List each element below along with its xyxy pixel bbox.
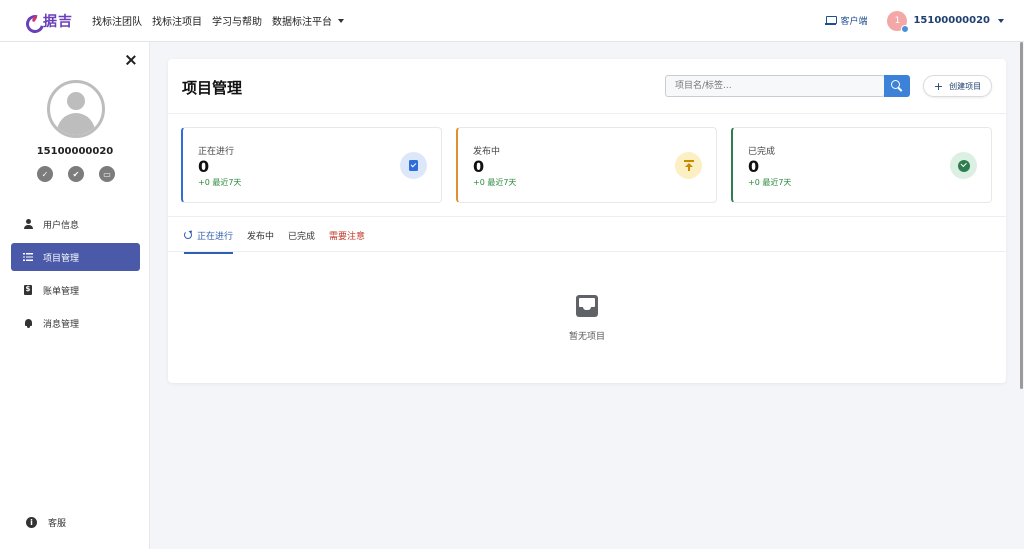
- person-icon: [23, 219, 33, 229]
- avatar-initial: 1: [894, 15, 901, 26]
- check-badge-icon: ✓: [37, 166, 53, 182]
- status-dot-icon: [901, 24, 910, 33]
- plus-icon: +: [933, 79, 944, 93]
- tab-needs-attention[interactable]: 需要注意: [329, 217, 365, 253]
- tab-in-progress[interactable]: 正在进行: [184, 217, 234, 254]
- tab-completed[interactable]: 已完成: [288, 217, 315, 253]
- sidebar-item-label: 消息管理: [43, 319, 80, 330]
- search-icon: [891, 80, 903, 92]
- nav-platform-label: 数据标注平台: [272, 17, 332, 28]
- sidebar-item-billing[interactable]: 账单管理: [11, 276, 140, 304]
- close-icon[interactable]: [125, 54, 137, 66]
- nav-learn-help[interactable]: 学习与帮助: [212, 13, 262, 28]
- stat-card-in-progress[interactable]: 正在进行 0 +0 最近7天: [181, 127, 442, 203]
- verification-badges: ✓ ✔ ▭: [37, 166, 115, 182]
- customer-service-link[interactable]: i 客服: [26, 516, 66, 529]
- card-header: 项目管理 + 创建项目: [168, 59, 1006, 114]
- nav-find-project[interactable]: 找标注项目: [152, 13, 202, 28]
- empty-state-text: 暂无项目: [568, 332, 605, 342]
- search-input[interactable]: [665, 75, 885, 97]
- nav-find-team[interactable]: 找标注团队: [92, 13, 142, 28]
- sidebar-item-project-management[interactable]: 项目管理: [11, 243, 140, 271]
- top-username: 15100000020: [913, 15, 990, 26]
- sidebar-item-label: 用户信息: [43, 220, 80, 231]
- page-scrollbar[interactable]: [1020, 42, 1023, 389]
- sidebar: 15100000020 ✓ ✔ ▭ 用户信息 项目管理 账单管理 消息管理 i …: [0, 42, 150, 549]
- stat-label: 正在进行: [198, 147, 235, 157]
- sidebar-username: 15100000020: [36, 146, 114, 157]
- card-badge-icon: ▭: [99, 166, 115, 182]
- info-icon: i: [26, 517, 37, 528]
- top-right: 客户端 1 15100000020: [825, 10, 1004, 33]
- inbox-icon: [576, 295, 598, 317]
- upload-icon: [683, 160, 694, 171]
- stat-icon-wrap: [675, 152, 702, 179]
- tab-publishing[interactable]: 发布中: [247, 217, 274, 253]
- sidebar-item-user-info[interactable]: 用户信息: [11, 210, 140, 238]
- stat-icon-wrap: [400, 152, 427, 179]
- verified-badge-icon: ✔: [68, 166, 84, 182]
- chevron-down-icon: [338, 18, 344, 23]
- avatar-body-icon: [57, 113, 95, 135]
- stat-value: 0: [198, 157, 210, 176]
- client-link-label: 客户端: [840, 17, 868, 27]
- stat-card-completed[interactable]: 已完成 0 +0 最近7天: [731, 127, 992, 203]
- stat-icon-wrap: [950, 152, 977, 179]
- empty-state: 暂无项目: [168, 295, 1006, 342]
- logo-text: 据吉: [43, 13, 73, 30]
- chevron-down-icon: [998, 18, 1004, 23]
- file-dollar-icon: [23, 285, 33, 295]
- top-bar: 据吉 找标注团队 找标注项目 学习与帮助 数据标注平台 客户端 1 151000…: [0, 0, 1024, 42]
- stat-label: 发布中: [473, 147, 501, 157]
- tab-label: 正在进行: [197, 231, 234, 242]
- search-button[interactable]: [884, 75, 910, 97]
- sidebar-item-messages[interactable]: 消息管理: [11, 309, 140, 337]
- stats-row: 正在进行 0 +0 最近7天 发布中 0 +0 最近7天 已完成 0 +0 最近…: [181, 127, 993, 203]
- logo[interactable]: 据吉: [26, 11, 86, 31]
- logo-icon: [26, 14, 40, 28]
- document-check-icon: [409, 160, 418, 171]
- stat-label: 已完成: [748, 147, 776, 157]
- check-circle-icon: [957, 159, 970, 172]
- sidebar-item-label: 项目管理: [43, 253, 80, 264]
- stat-delta: +0 最近7天: [198, 178, 242, 187]
- profile-avatar: [47, 80, 105, 138]
- stat-value: 0: [748, 157, 760, 176]
- page-title: 项目管理: [182, 79, 243, 97]
- client-link[interactable]: 客户端: [825, 14, 867, 27]
- project-tabs: 正在进行 发布中 已完成 需要注意: [184, 217, 379, 254]
- refresh-icon: [184, 231, 192, 239]
- create-project-label: 创建项目: [949, 81, 982, 91]
- create-project-button[interactable]: + 创建项目: [923, 75, 992, 97]
- sidebar-menu: 用户信息 项目管理 账单管理 消息管理: [11, 210, 140, 342]
- sidebar-item-label: 账单管理: [43, 286, 80, 297]
- bell-icon: [23, 318, 33, 328]
- nav-platform-dropdown[interactable]: 数据标注平台: [272, 13, 344, 28]
- list-icon: [23, 252, 33, 262]
- avatar-head-icon: [67, 92, 85, 110]
- user-menu[interactable]: 1 15100000020: [887, 10, 1004, 33]
- stat-delta: +0 最近7天: [473, 178, 517, 187]
- tabs-bar: 正在进行 发布中 已完成 需要注意: [168, 216, 1006, 254]
- project-card: 项目管理 + 创建项目 正在进行 0 +0 最近7天 发布中 0 +0 最近7天: [168, 59, 1006, 383]
- avatar: 1: [887, 10, 910, 33]
- stat-delta: +0 最近7天: [748, 178, 792, 187]
- stat-card-publishing[interactable]: 发布中 0 +0 最近7天: [456, 127, 717, 203]
- customer-service-label: 客服: [48, 519, 67, 529]
- stat-value: 0: [473, 157, 485, 176]
- monitor-icon: [825, 16, 838, 25]
- top-nav: 找标注团队 找标注项目 学习与帮助 数据标注平台: [92, 13, 354, 28]
